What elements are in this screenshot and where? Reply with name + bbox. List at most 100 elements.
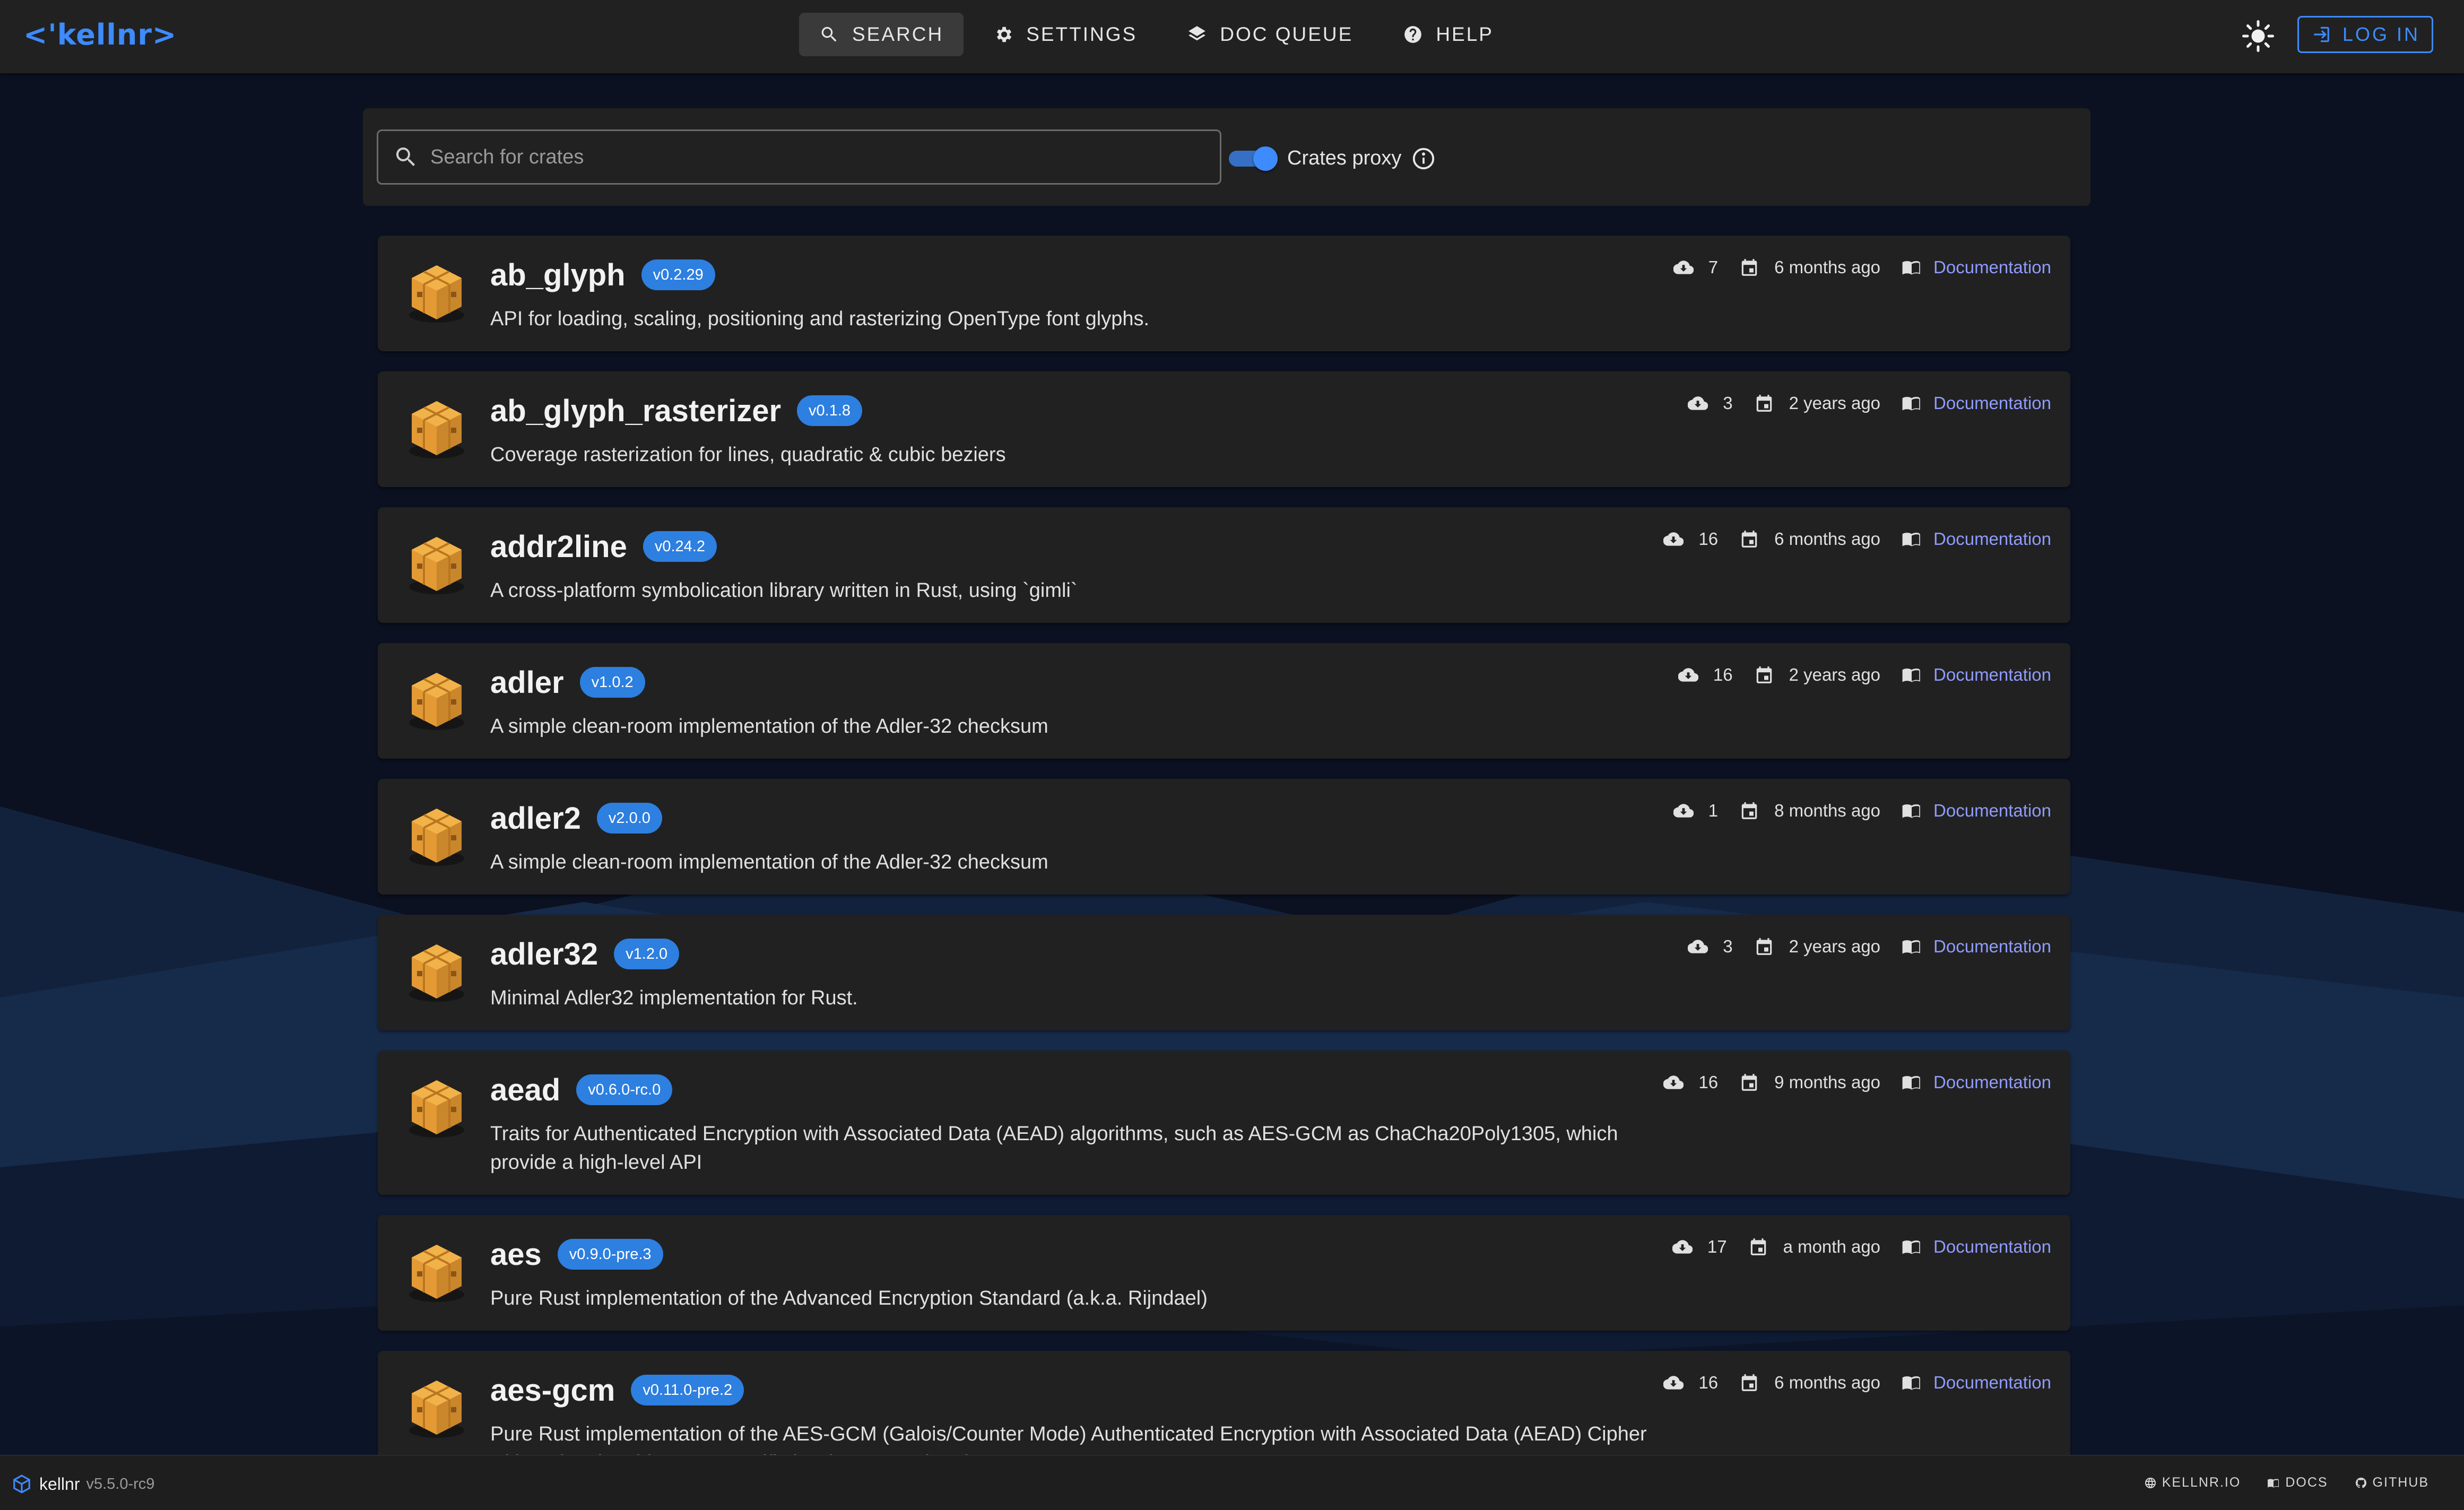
crate-name[interactable]: aes-gcm	[490, 1373, 615, 1408]
crate-description: API for loading, scaling, positioning an…	[490, 308, 1150, 330]
nav-doc-queue-label: DOC QUEUE	[1220, 23, 1354, 45]
crate-icon	[409, 1080, 464, 1138]
crate-meta: 7 6 months ago Documentation	[1673, 251, 2051, 283]
version-badge: v0.6.0-rc.0	[576, 1074, 673, 1105]
crate-card[interactable]: aead v0.6.0-rc.0 Traits for Authenticated …	[378, 1051, 2070, 1195]
updated-time: 8 months ago	[1774, 801, 1881, 820]
calendar-icon	[1741, 1074, 1757, 1091]
crate-icon	[409, 944, 464, 1002]
book-icon	[1902, 533, 1920, 546]
nav-search[interactable]: SEARCH	[799, 13, 964, 56]
crate-card[interactable]: ab_glyph v0.2.29 API for loading, scaling,…	[378, 236, 2070, 351]
crate-meta: 17 a month ago Documentation	[1672, 1231, 2051, 1263]
crate-icon	[409, 1245, 464, 1302]
crate-meta: 16 6 months ago Documentation	[1663, 1367, 2051, 1399]
book-icon	[1902, 397, 1920, 411]
crate-name[interactable]: ab_glyph	[490, 257, 626, 293]
calendar-icon	[1756, 938, 1772, 955]
documentation-link[interactable]: Documentation	[1933, 529, 2051, 549]
crate-meta: 3 2 years ago Documentation	[1688, 931, 2051, 962]
crate-card[interactable]: adler32 v1.2.0 Minimal Adler32 implementat…	[378, 915, 2070, 1030]
crate-card[interactable]: ab_glyph_rasterizer v0.1.8 Coverage raster…	[378, 371, 2070, 487]
crate-name[interactable]: aes	[490, 1237, 542, 1272]
login-button[interactable]: LOG IN	[2297, 16, 2433, 53]
calendar-icon	[1741, 259, 1757, 276]
crate-icon	[409, 1381, 464, 1438]
search-icon	[396, 147, 415, 166]
crate-name-row: adler v1.0.2	[490, 662, 645, 702]
cube-icon	[13, 1474, 30, 1494]
version-badge: v0.11.0-pre.2	[631, 1375, 744, 1405]
updated-time: 6 months ago	[1774, 1373, 1881, 1392]
crate-meta: 16 2 years ago Documentation	[1678, 659, 2051, 691]
crates-proxy-toggle[interactable]	[1229, 146, 1278, 171]
book-icon	[2268, 1479, 2279, 1488]
cloud-download-icon	[1663, 1376, 1684, 1390]
crate-name[interactable]: adler2	[490, 801, 581, 836]
top-bar: <'kellnr> SEARCH SETTINGS DOC QUEUE HELP	[0, 0, 2464, 73]
download-count: 1	[1708, 801, 1719, 820]
crate-card[interactable]: adler v1.0.2 A simple clean-room implement…	[378, 643, 2070, 759]
cloud-download-icon	[1673, 804, 1694, 818]
documentation-link[interactable]: Documentation	[1933, 393, 2051, 413]
nav-settings[interactable]: SETTINGS	[973, 13, 1157, 56]
crate-description: A simple clean-room implementation of th…	[490, 715, 1048, 737]
footer-link-label: DOCS	[2285, 1475, 2328, 1490]
crate-list: ab_glyph v0.2.29 API for loading, scaling,…	[378, 236, 2070, 1510]
crate-icon	[409, 537, 464, 594]
book-icon	[1902, 1076, 1920, 1090]
updated-time: 2 years ago	[1789, 936, 1881, 956]
search-panel: Crates proxy	[363, 108, 2090, 206]
download-count: 16	[1713, 665, 1733, 684]
cloud-download-icon	[1688, 940, 1708, 953]
calendar-icon	[1756, 666, 1772, 683]
book-icon	[1902, 804, 1920, 818]
crate-card[interactable]: adler2 v2.0.0 A simple clean-room implemen…	[378, 779, 2070, 895]
info-icon[interactable]	[1411, 146, 1436, 171]
documentation-link[interactable]: Documentation	[1933, 1373, 2051, 1393]
updated-time: 6 months ago	[1774, 529, 1881, 549]
documentation-link[interactable]: Documentation	[1933, 801, 2051, 821]
cloud-download-icon	[1678, 668, 1698, 682]
download-count: 3	[1723, 936, 1733, 956]
documentation-link[interactable]: Documentation	[1933, 257, 2051, 277]
kellnr-logo[interactable]: <'kellnr>	[23, 16, 177, 53]
search-input[interactable]	[430, 145, 1173, 169]
crate-name-row: aes-gcm v0.11.0-pre.2	[490, 1370, 744, 1410]
crate-name[interactable]: adler	[490, 665, 564, 700]
cloud-download-icon	[1663, 1075, 1684, 1089]
crate-card[interactable]: addr2line v0.24.2 A cross-platform symboli…	[378, 507, 2070, 623]
crate-description: Pure Rust implementation of the Advanced…	[490, 1287, 1208, 1309]
documentation-link[interactable]: Documentation	[1933, 1237, 2051, 1257]
crate-meta: 3 2 years ago Documentation	[1688, 387, 2051, 419]
crate-name-row: ab_glyph v0.2.29	[490, 255, 715, 295]
footer-links: KELLNR.IO DOCS GITHUB	[2118, 1475, 2429, 1490]
footer-link-github[interactable]: GITHUB	[2355, 1475, 2429, 1490]
crate-name[interactable]: aead	[490, 1072, 560, 1108]
crate-name-row: adler32 v1.2.0	[490, 934, 680, 974]
download-count: 17	[1707, 1237, 1727, 1256]
search-field[interactable]	[377, 129, 1221, 185]
crate-icon	[409, 809, 464, 866]
documentation-link[interactable]: Documentation	[1933, 665, 2051, 685]
footer-link-docs[interactable]: DOCS	[2267, 1475, 2328, 1490]
crate-name[interactable]: addr2line	[490, 529, 627, 565]
nav-doc-queue[interactable]: DOC QUEUE	[1167, 13, 1373, 56]
toggle-thumb	[1253, 146, 1278, 171]
crate-name-row: addr2line v0.24.2	[490, 526, 717, 567]
calendar-icon	[1741, 531, 1757, 548]
version-badge: v0.24.2	[643, 531, 717, 562]
crate-name[interactable]: ab_glyph_rasterizer	[490, 393, 781, 429]
version-badge: v1.2.0	[614, 939, 680, 969]
nav-help[interactable]: HELP	[1383, 13, 1514, 56]
updated-time: a month ago	[1783, 1237, 1881, 1256]
download-count: 16	[1698, 1373, 1719, 1392]
documentation-link[interactable]: Documentation	[1933, 936, 2051, 957]
version-badge: v0.1.8	[797, 395, 863, 426]
sun-icon[interactable]	[2242, 20, 2274, 52]
documentation-link[interactable]: Documentation	[1933, 1072, 2051, 1092]
crate-card[interactable]: aes v0.9.0-pre.3 Pure Rust implementation …	[378, 1215, 2070, 1331]
crate-name[interactable]: adler32	[490, 936, 598, 972]
login-icon	[2314, 27, 2329, 42]
footer-link-kellnr-io[interactable]: KELLNR.IO	[2144, 1475, 2241, 1490]
